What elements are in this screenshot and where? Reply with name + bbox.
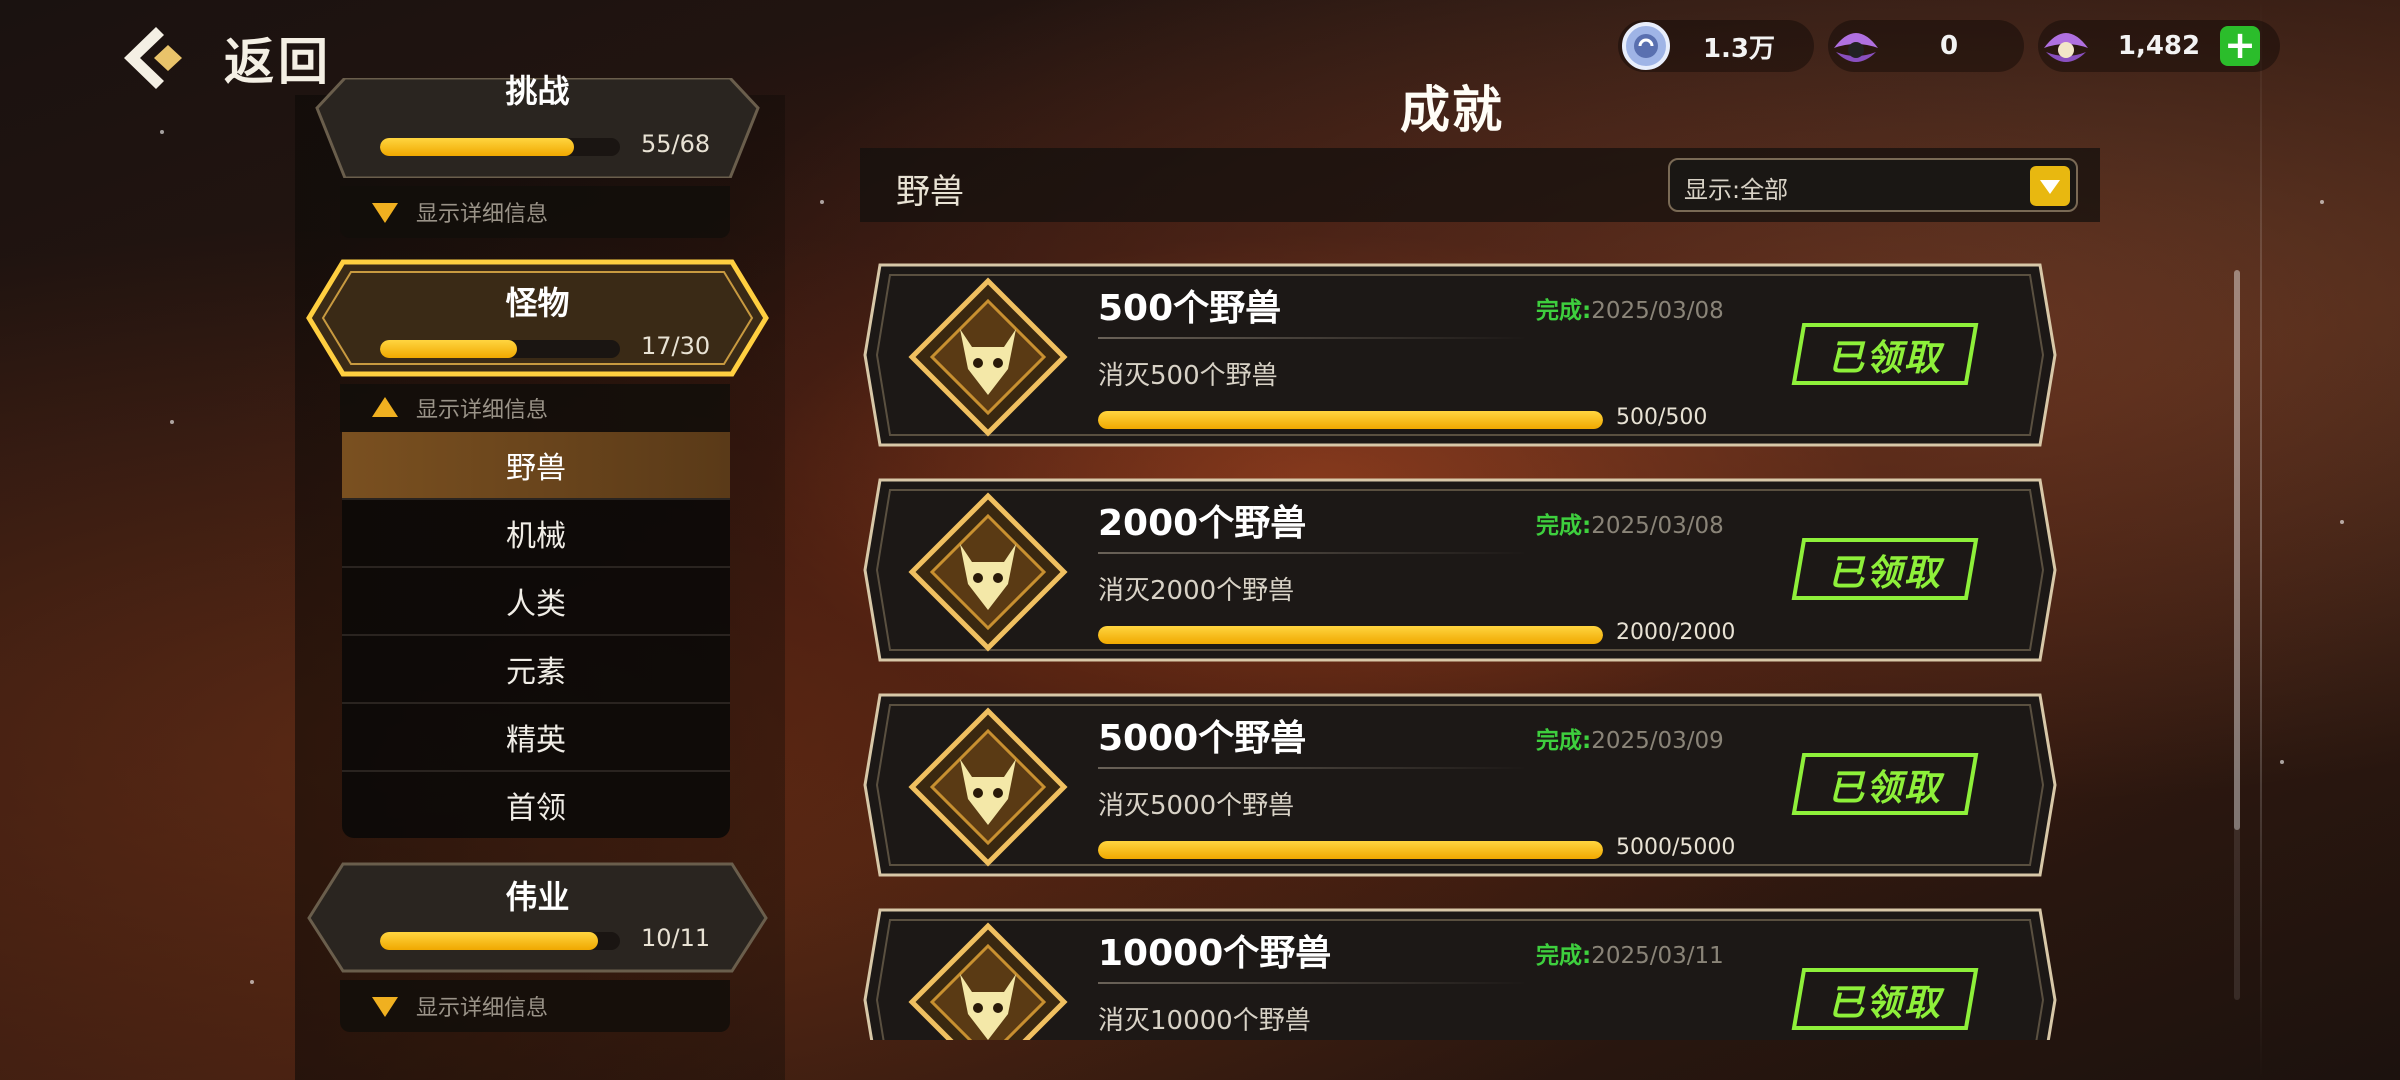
currency-black-pearl: 0: [1828, 20, 2024, 72]
back-arrow-icon: [118, 23, 198, 93]
achievement-description: 消灭5000个野兽: [1098, 791, 1295, 821]
completion-date: 完成:2025/03/08: [1536, 513, 1724, 539]
beast-emblem-icon: [908, 277, 1068, 437]
achievement-card: 500个野兽 完成:2025/03/08 消灭500个野兽 500/500 已领…: [860, 255, 2060, 455]
page-title: 成就: [1400, 81, 1504, 139]
category-progress-bar: [380, 340, 620, 358]
claimed-badge: 已领取: [1790, 321, 1980, 387]
achievement-description: 消灭500个野兽: [1098, 361, 1278, 391]
category-name: 伟业: [505, 878, 570, 916]
achievement-card: 5000个野兽 完成:2025/03/09 消灭5000个野兽 5000/500…: [860, 685, 2060, 885]
achievement-card: 10000个野兽 完成:2025/03/11 消灭10000个野兽 已领取: [860, 900, 2060, 1040]
add-currency-button[interactable]: +: [2220, 26, 2260, 66]
chevron-down-icon: [2030, 166, 2070, 206]
currency-value: 1.3万: [1702, 33, 1776, 64]
category-name: 挑战: [505, 72, 570, 110]
divider: [1098, 982, 1528, 984]
category-progress-bar: [380, 932, 620, 950]
achievement-progress-text: 2000/2000: [1616, 620, 1736, 645]
currency-value: 1,482: [2117, 31, 2201, 61]
dropdown-value: 显示:全部: [1684, 176, 1789, 204]
show-details-toggle[interactable]: 显示详细信息: [340, 186, 730, 238]
silver-coin-icon: [1622, 22, 1670, 70]
subcategory-machine[interactable]: 机械: [342, 500, 730, 568]
category-count: 10/11: [641, 924, 711, 952]
category-progress-bar: [380, 138, 620, 156]
beast-emblem-icon: [908, 922, 1068, 1040]
achievement-title: 500个野兽: [1098, 288, 1282, 329]
achievement-title: 10000个野兽: [1098, 933, 1332, 974]
claimed-badge: 已领取: [1790, 751, 1980, 817]
currency-bar: 1.3万 0 1,482 +: [1618, 20, 2280, 72]
currency-value: 0: [1939, 31, 1959, 61]
black-pearl-shell-icon: [1834, 33, 1878, 62]
divider: [1098, 552, 1528, 554]
achievement-title: 2000个野兽: [1098, 503, 1307, 544]
achievement-description: 消灭10000个野兽: [1098, 1006, 1311, 1036]
completion-date: 完成:2025/03/08: [1536, 298, 1724, 324]
achievement-progress-bar: [1098, 626, 1603, 644]
subcategory-elite[interactable]: 精英: [342, 704, 730, 772]
achievement-list: 500个野兽 完成:2025/03/08 消灭500个野兽 500/500 已领…: [860, 255, 2070, 1040]
beast-emblem-icon: [908, 707, 1068, 867]
achievement-progress-text: 500/500: [1616, 405, 1708, 430]
category-card-feat[interactable]: 伟业 10/11: [305, 860, 770, 975]
scroll-thumb[interactable]: [2234, 270, 2240, 830]
white-pearl-shell-icon: [2044, 33, 2088, 62]
chevron-up-icon: [372, 397, 398, 417]
subcategory-list: 野兽 机械 人类 元素 精英 首领: [342, 432, 730, 838]
currency-white-pearl: 1,482 +: [2038, 20, 2280, 72]
divider: [1098, 767, 1528, 769]
category-card-monster[interactable]: 怪物 17/30: [305, 258, 770, 378]
category-count: 55/68: [641, 130, 711, 158]
completion-date: 完成:2025/03/09: [1536, 728, 1724, 754]
show-details-toggle[interactable]: 显示详细信息: [340, 384, 730, 432]
filter-title: 野兽: [896, 172, 964, 212]
achievement-progress-bar: [1098, 411, 1603, 429]
beast-emblem-icon: [908, 492, 1068, 652]
claimed-badge: 已领取: [1790, 536, 1980, 602]
category-count: 17/30: [641, 332, 711, 360]
subcategory-beast[interactable]: 野兽: [342, 432, 730, 500]
claimed-badge: 已领取: [1790, 966, 1980, 1032]
subcategory-human[interactable]: 人类: [342, 568, 730, 636]
subcategory-boss[interactable]: 首领: [342, 772, 730, 838]
show-details-toggle[interactable]: 显示详细信息: [340, 980, 730, 1032]
divider: [1098, 337, 1528, 339]
achievement-card: 2000个野兽 完成:2025/03/08 消灭2000个野兽 2000/200…: [860, 470, 2060, 670]
achievement-title: 5000个野兽: [1098, 718, 1307, 759]
achievement-progress-text: 5000/5000: [1616, 835, 1736, 860]
currency-silver: 1.3万: [1618, 20, 1814, 72]
filter-bar: 野兽 显示:全部: [860, 148, 2100, 222]
completion-date: 完成:2025/03/11: [1536, 943, 1724, 969]
category-name: 怪物: [505, 284, 570, 322]
achievement-description: 消灭2000个野兽: [1098, 576, 1295, 606]
achievement-progress-bar: [1098, 841, 1603, 859]
chevron-down-icon: [372, 203, 398, 223]
scrollbar[interactable]: [2234, 270, 2240, 1000]
back-button[interactable]: 返回: [118, 22, 332, 94]
chevron-down-icon: [372, 997, 398, 1017]
subcategory-element[interactable]: 元素: [342, 636, 730, 704]
filter-dropdown[interactable]: 显示:全部: [1668, 158, 2078, 212]
category-card-challenge[interactable]: 挑战 55/68: [305, 72, 770, 178]
